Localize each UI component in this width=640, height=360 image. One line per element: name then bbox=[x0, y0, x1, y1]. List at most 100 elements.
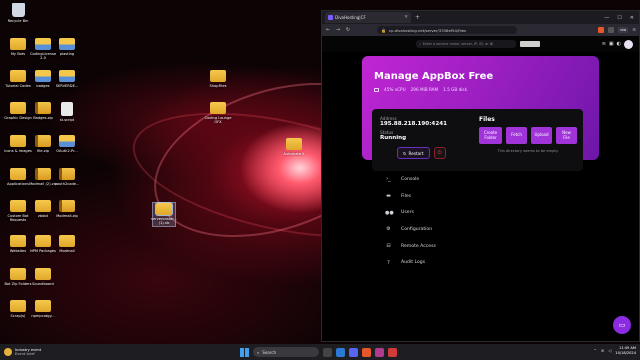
zip-icon bbox=[35, 168, 51, 180]
desktop-icon-label: plasting bbox=[59, 52, 75, 56]
menu-item-remote-access[interactable]: ⊟ Remote Access bbox=[382, 238, 502, 255]
bin-icon bbox=[11, 3, 25, 17]
desktop-icon-label: oauth2code... bbox=[54, 182, 80, 186]
toolbar-right: VPN ≡ bbox=[598, 27, 636, 33]
folder-icon bbox=[10, 200, 26, 212]
app-icon[interactable] bbox=[388, 347, 397, 357]
desktop-icon-label: st.script bbox=[59, 118, 75, 122]
clock[interactable]: 11:49 AM 10/18/2024 bbox=[615, 346, 636, 355]
desktop-icon-label: npmpcatgy... bbox=[31, 314, 55, 318]
news-subtitle: Event brief bbox=[15, 352, 35, 356]
folder-icon bbox=[10, 268, 26, 280]
desktop-icon-label: SERVERDE... bbox=[55, 84, 79, 88]
folder-icon bbox=[10, 235, 26, 247]
desktop-icon[interactable]: oauth2code... bbox=[52, 168, 82, 186]
create-folder-button[interactable]: Create Folder bbox=[479, 127, 502, 144]
folder-icon bbox=[10, 168, 26, 180]
desktop-icon[interactable]: Coding Lounge GFX bbox=[203, 102, 233, 125]
browser-tab[interactable]: DivaHosting|CF ✕ bbox=[325, 12, 411, 23]
menu-icon[interactable]: ≡ bbox=[632, 28, 636, 33]
notification-icon[interactable]: ▣ bbox=[609, 41, 614, 47]
desktop-icon[interactable]: Modmail.zip bbox=[52, 200, 82, 218]
tab-title: DivaHosting|CF bbox=[335, 15, 366, 20]
desktop-icon[interactable]: OAuth2-Pr... bbox=[52, 135, 82, 153]
discord-icon[interactable]: ◐ bbox=[617, 41, 621, 47]
address-value: 195.88.218.190:4241 bbox=[380, 121, 447, 127]
desktop-icon[interactable]: Soundboard bbox=[28, 268, 58, 286]
files-card: Files Create Folder Fetch Upload New Fil… bbox=[473, 109, 583, 171]
desktop-icon[interactable]: serveronstar...(1).nb bbox=[151, 202, 177, 227]
minimize-icon[interactable]: — bbox=[604, 15, 609, 21]
extension-icon[interactable] bbox=[608, 27, 615, 33]
lock-icon: 🔒 bbox=[381, 27, 386, 33]
menu-item-files[interactable]: ▬ Files bbox=[382, 188, 502, 205]
start-button[interactable] bbox=[240, 347, 249, 357]
status-value: Running bbox=[380, 135, 407, 141]
help-icon: ? bbox=[387, 259, 390, 266]
desktop-icon[interactable]: Automate.it bbox=[279, 138, 309, 156]
search-icon: ⌕ bbox=[419, 42, 421, 46]
desktop-icon-label: badges bbox=[36, 84, 50, 88]
img-icon bbox=[35, 38, 51, 50]
desktop-icon[interactable]: Recycle Bin bbox=[3, 3, 33, 23]
menu-item-configuration[interactable]: ⚙ Configuration bbox=[382, 221, 502, 238]
back-icon[interactable]: ← bbox=[325, 27, 331, 33]
menu-item-label: Remote Access bbox=[401, 243, 436, 249]
desktop-icon[interactable]: st.script bbox=[52, 102, 82, 122]
news-text: Industry event Event brief bbox=[15, 348, 41, 356]
forward-icon[interactable]: → bbox=[335, 27, 341, 33]
chat-support-button[interactable]: ▭ bbox=[613, 316, 631, 334]
app-icon[interactable] bbox=[375, 347, 384, 357]
power-off-button[interactable]: ⏻ bbox=[433, 147, 446, 159]
brave-app-icon[interactable] bbox=[362, 347, 371, 357]
img-icon bbox=[59, 70, 75, 82]
close-tab-icon[interactable]: ✕ bbox=[404, 15, 408, 20]
empty-directory-message: This directory seems to be empty. bbox=[497, 149, 559, 153]
address-bar[interactable]: 🔒 cp.divahosting.net/server/3336ef54/fil… bbox=[377, 26, 517, 34]
folder-icon bbox=[10, 70, 26, 82]
server-search-input[interactable]: ⌕ Enter a service name, server, IP, ID, … bbox=[416, 40, 516, 48]
avatar[interactable] bbox=[624, 39, 633, 49]
desktop-icon[interactable]: SERVERDE... bbox=[52, 70, 82, 88]
discord-app-icon[interactable] bbox=[349, 347, 358, 357]
volume-icon[interactable]: ◁ bbox=[608, 348, 611, 353]
users-icon: ●● bbox=[385, 209, 394, 216]
new-file-button[interactable]: New File bbox=[556, 127, 577, 144]
spec-cpu: 45% vCPU bbox=[384, 87, 406, 92]
close-window-icon[interactable]: ✕ bbox=[630, 15, 634, 21]
desktop-icon-label: file.zip bbox=[37, 149, 49, 153]
fetch-button[interactable]: Fetch bbox=[506, 127, 527, 144]
taskbar: Industry event Event brief ⌕ Search ⌃ ≋ … bbox=[0, 344, 640, 360]
desktop-icon-label: Modmail.zip bbox=[56, 214, 78, 218]
desktop-icon-label: Badges.zip bbox=[33, 116, 53, 120]
desktop-icon-label: ShopFiles bbox=[209, 84, 227, 88]
maximize-icon[interactable]: ☐ bbox=[617, 15, 621, 21]
explorer-icon[interactable] bbox=[336, 347, 345, 357]
wifi-icon[interactable]: ≋ bbox=[601, 348, 604, 353]
upload-button[interactable]: Upload bbox=[531, 127, 552, 144]
folder-icon bbox=[59, 235, 75, 247]
menu-item-users[interactable]: ●● Users bbox=[382, 204, 502, 221]
desktop-icon-label: zbdot bbox=[37, 214, 49, 218]
desktop-icon[interactable]: plasting bbox=[52, 38, 82, 56]
spec-ram: 296 MiB RAM bbox=[410, 87, 439, 92]
task-view-icon[interactable] bbox=[323, 347, 332, 357]
restart-button[interactable]: ↻ Restart bbox=[397, 147, 430, 159]
desktop-icon[interactable]: ShopFiles bbox=[203, 70, 233, 88]
folder-icon: ▬ bbox=[386, 193, 391, 200]
taskbar-search[interactable]: ⌕ Search bbox=[253, 347, 319, 357]
brave-shield-icon[interactable] bbox=[598, 27, 605, 33]
desktop-icon[interactable]: Modmail bbox=[52, 235, 82, 253]
news-widget[interactable]: Industry event Event brief bbox=[0, 348, 90, 356]
folder-icon bbox=[35, 200, 51, 212]
menu-item-console[interactable]: ›_ Console bbox=[382, 171, 502, 188]
tray-arrow-icon[interactable]: ⌃ bbox=[593, 348, 596, 353]
new-tab-button[interactable]: + bbox=[415, 14, 420, 21]
menu-item-audit-logs[interactable]: ? Audit Logs bbox=[382, 254, 502, 271]
wifi-icon[interactable]: ≋ bbox=[602, 41, 606, 47]
folder-icon bbox=[10, 300, 26, 312]
menu-item-label: Files bbox=[401, 193, 412, 199]
reload-icon[interactable]: ↻ bbox=[345, 27, 351, 33]
vpn-button[interactable]: VPN bbox=[618, 27, 629, 33]
desktop-icon[interactable]: npmpcatgy... bbox=[28, 300, 58, 318]
